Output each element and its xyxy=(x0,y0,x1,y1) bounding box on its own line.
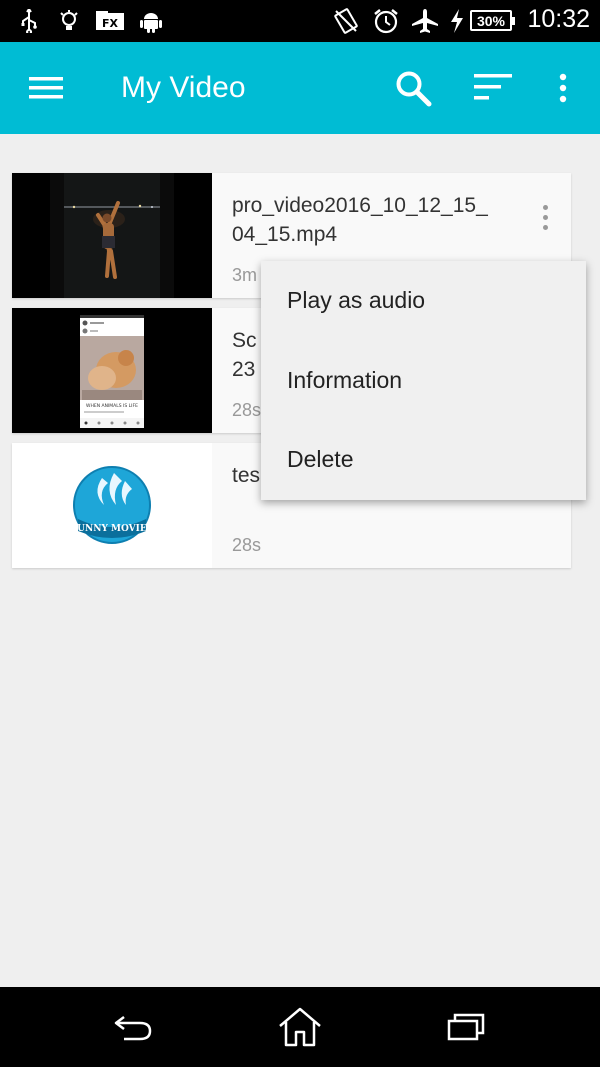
svg-text:WHEN ANIMALS IS LIFE: WHEN ANIMALS IS LIFE xyxy=(86,403,138,409)
video-duration: 3m xyxy=(232,265,258,285)
fx-icon: FX xyxy=(95,8,125,34)
android-icon xyxy=(138,8,164,34)
bulb-icon xyxy=(58,8,80,34)
battery-indicator: 30% xyxy=(470,10,515,31)
menu-item-information[interactable]: Information xyxy=(261,341,586,421)
video-thumbnail: FUNNY MOVIES xyxy=(12,443,212,568)
alarm-icon xyxy=(372,8,400,34)
menu-item-play-as-audio[interactable]: Play as audio xyxy=(261,261,586,341)
more-vert-icon[interactable] xyxy=(539,64,587,112)
menu-item-delete[interactable]: Delete xyxy=(261,420,586,500)
status-time: 10:32 xyxy=(527,5,590,33)
home-icon[interactable] xyxy=(276,1005,324,1049)
airplane-icon xyxy=(410,8,440,34)
status-bar: FX 30% 10:32 xyxy=(0,0,600,42)
usb-icon xyxy=(18,8,40,34)
back-icon[interactable] xyxy=(110,1005,158,1049)
svg-text:FX: FX xyxy=(102,17,119,30)
charging-icon xyxy=(448,8,466,34)
app-bar: My Video xyxy=(0,42,600,134)
sort-icon[interactable] xyxy=(469,64,517,112)
navigation-bar xyxy=(0,987,600,1067)
video-thumbnail xyxy=(12,173,212,298)
video-title: pro_video2016_10_12_15_ 04_15.mp4 xyxy=(232,194,488,246)
search-icon[interactable] xyxy=(389,64,437,112)
page-title: My Video xyxy=(121,71,246,104)
video-thumbnail: WHEN ANIMALS IS LIFE xyxy=(12,308,212,433)
context-menu: Play as audio Information Delete xyxy=(261,261,586,500)
video-duration: 28s xyxy=(232,535,262,555)
svg-text:FUNNY MOVIES: FUNNY MOVIES xyxy=(71,524,153,534)
no-sim-icon xyxy=(332,8,360,34)
more-options-icon[interactable] xyxy=(531,197,559,237)
video-duration: 28s xyxy=(232,400,262,420)
recents-icon[interactable] xyxy=(442,1005,490,1049)
menu-icon[interactable] xyxy=(22,64,70,112)
